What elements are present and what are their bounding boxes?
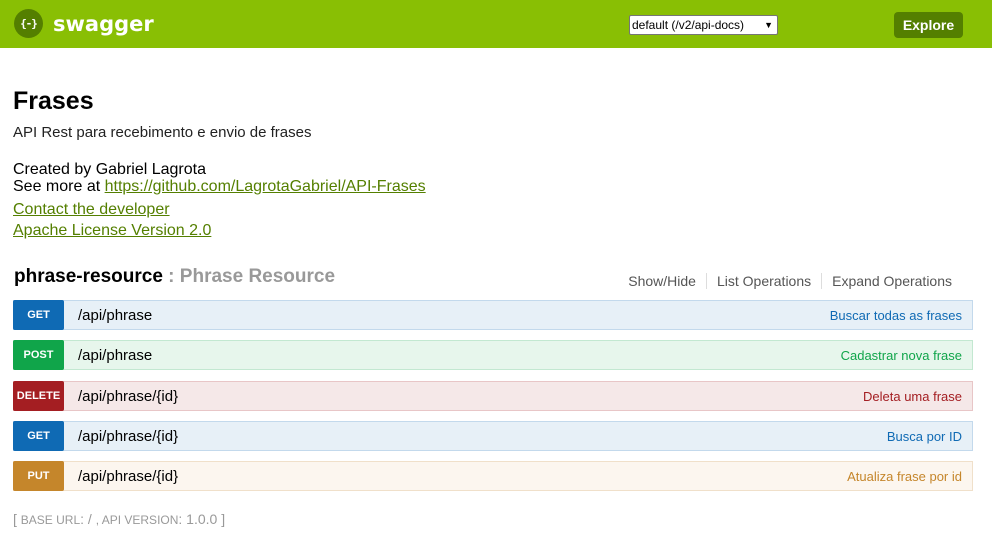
operation-row[interactable]: GET/api/phrase/{id} Busca por ID (13, 421, 973, 451)
api-info: Frases API Rest para recebimento e envio… (13, 84, 973, 241)
resource-options: Show/Hide List Operations Expand Operati… (618, 273, 962, 289)
footer-open: [ (13, 511, 21, 527)
explore-button[interactable]: Explore (894, 12, 963, 38)
swagger-logo-icon: {-} (14, 9, 43, 38)
http-method-badge[interactable]: POST (13, 340, 64, 370)
operation-row[interactable]: PUT/api/phrase/{id} Atualiza frase por id (13, 461, 973, 491)
resource-description: Phrase Resource (179, 266, 336, 287)
operation-path[interactable]: /api/phrase (78, 347, 152, 364)
api-title: Frases (13, 87, 94, 115)
see-more-prefix: See more at (13, 178, 105, 195)
base-url-label: BASE URL (20, 513, 81, 527)
operation-summary[interactable]: Busca por ID (887, 429, 962, 444)
expand-operations-link[interactable]: Expand Operations (821, 273, 962, 289)
api-version-value: : 1.0.0 (178, 511, 222, 527)
github-link[interactable]: https://github.com/LagrotaGabriel/API-Fr… (105, 178, 426, 195)
operation-path[interactable]: /api/phrase/{id} (78, 428, 178, 445)
resource-separator: : (162, 266, 180, 287)
logo-text: swagger (53, 11, 154, 36)
operation-row[interactable]: GET/api/phrase Buscar todas as frases (13, 300, 973, 330)
operation-path[interactable]: /api/phrase/{id} (78, 468, 178, 485)
top-bar: {-} swagger default (/v2/api-docs) ▼ Exp… (0, 0, 992, 48)
see-more: See more at https://github.com/LagrotaGa… (13, 178, 973, 195)
created-by: Created by Gabriel Lagrota See more at h… (13, 161, 973, 195)
http-method-badge[interactable]: GET (13, 421, 64, 451)
list-operations-link[interactable]: List Operations (705, 273, 821, 289)
show-hide-link[interactable]: Show/Hide (618, 273, 706, 289)
operation-row[interactable]: POST/api/phrase Cadastrar nova frase (13, 340, 973, 370)
operation-path[interactable]: /api/phrase (78, 307, 152, 324)
api-version-label: , API VERSION (95, 513, 179, 527)
operation-path[interactable]: /api/phrase/{id} (78, 388, 178, 405)
api-spec-selected-value: default (/v2/api-docs) (632, 18, 745, 32)
operation-summary[interactable]: Buscar todas as frases (830, 308, 962, 323)
api-description: API Rest para recebimento e envio de fra… (13, 124, 312, 141)
operation-summary[interactable]: Atualiza frase por id (847, 469, 962, 484)
api-spec-select[interactable]: default (/v2/api-docs) ▼ (629, 15, 778, 35)
license-link[interactable]: Apache License Version 2.0 (13, 222, 211, 239)
chevron-down-icon: ▼ (764, 20, 773, 30)
swagger-logo[interactable]: {-} swagger (14, 9, 154, 38)
contact-developer-link[interactable]: Contact the developer (13, 201, 170, 218)
http-method-badge[interactable]: PUT (13, 461, 64, 491)
operation-summary[interactable]: Deleta uma frase (863, 389, 962, 404)
base-url-value: : / (80, 511, 96, 527)
footer-close: ] (221, 511, 226, 527)
http-method-badge[interactable]: DELETE (13, 381, 64, 411)
info-links: Contact the developer Apache License Ver… (13, 199, 973, 241)
resource-name[interactable]: phrase-resource (14, 266, 163, 287)
http-method-badge[interactable]: GET (13, 300, 64, 330)
operation-summary[interactable]: Cadastrar nova frase (841, 348, 962, 363)
api-footer: [ BASE URL: / , API VERSION: 1.0.0 ] (13, 511, 225, 527)
resource-heading: phrase-resource : Phrase Resource Show/H… (14, 266, 972, 292)
operation-row[interactable]: DELETE/api/phrase/{id} Deleta uma frase (13, 381, 973, 411)
created-by-text: Created by Gabriel Lagrota (13, 161, 206, 178)
